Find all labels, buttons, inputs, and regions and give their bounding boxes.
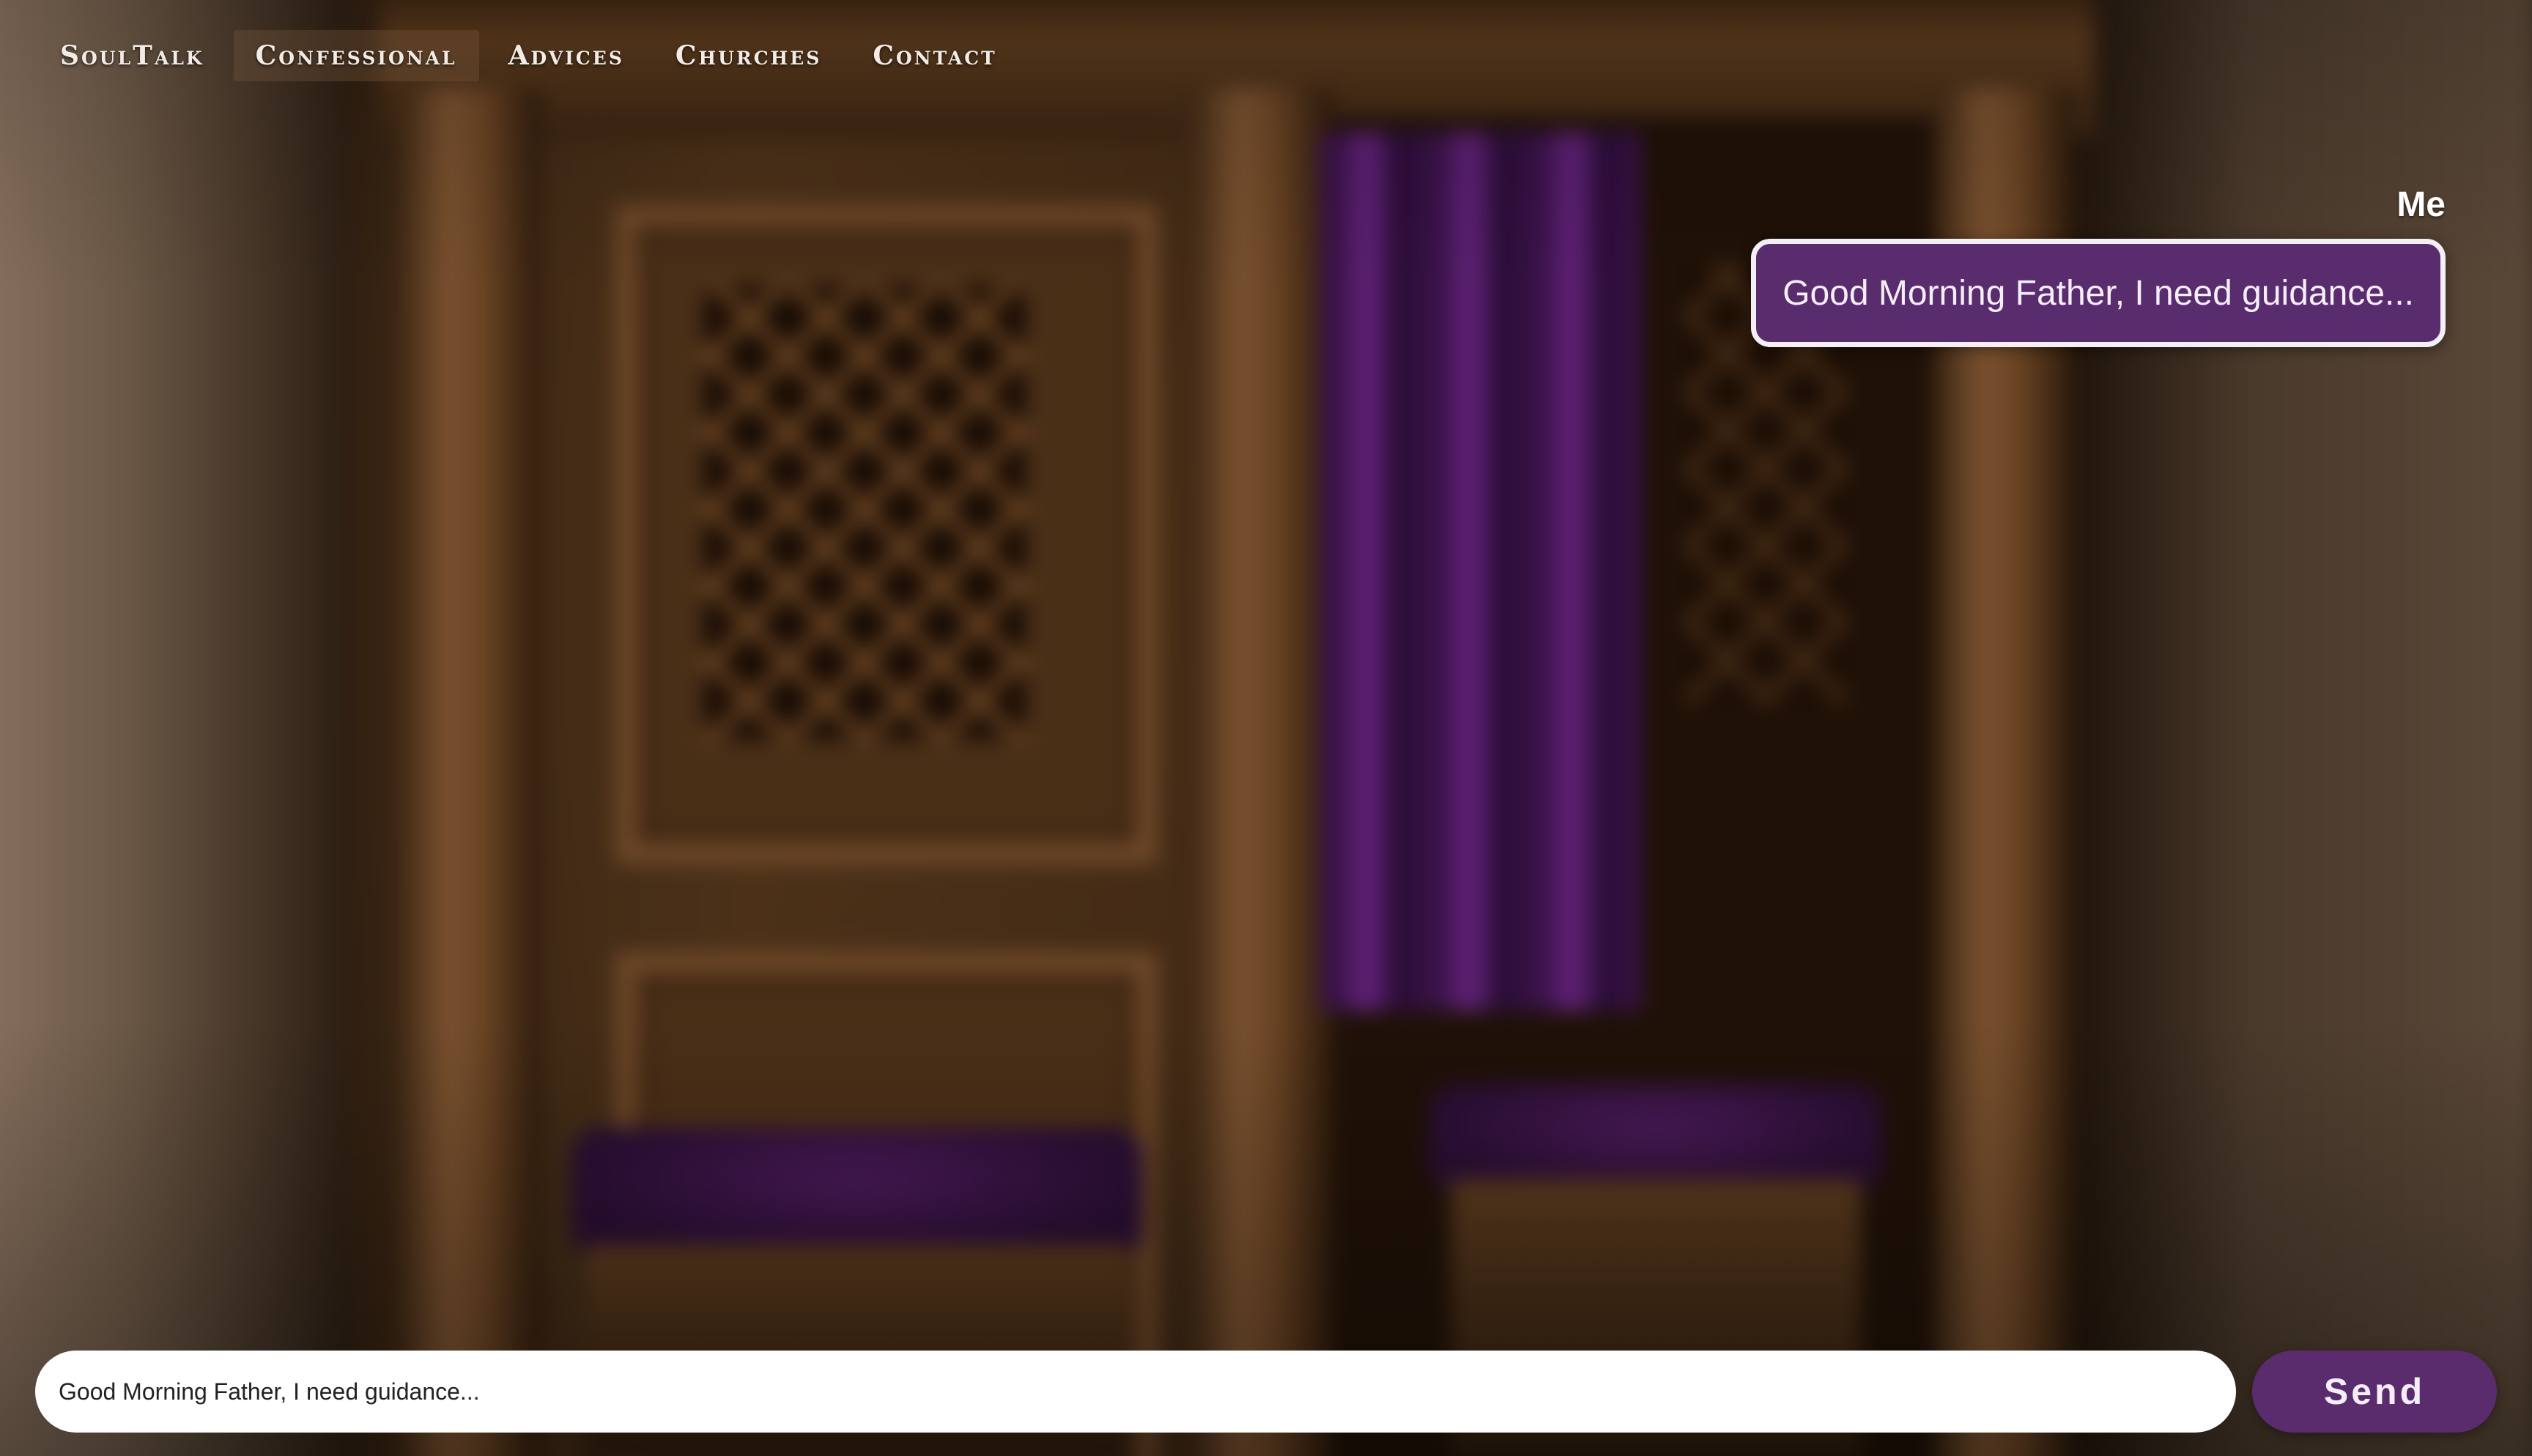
nav-item-advices[interactable]: Advices [486, 30, 646, 81]
message-input[interactable] [35, 1351, 2236, 1433]
nav-item-contact[interactable]: Contact [851, 30, 1018, 81]
chat-message-bubble: Good Morning Father, I need guidance... [1751, 239, 2446, 347]
main-nav: SoulTalk Confessional Advices Churches C… [40, 26, 1019, 85]
nav-item-confessional[interactable]: Confessional [233, 30, 479, 81]
nav-item-churches[interactable]: Churches [654, 30, 843, 81]
confessional-page: SoulTalk Confessional Advices Churches C… [0, 0, 2532, 1456]
message-composer: Send [35, 1351, 2497, 1433]
nav-brand-soultalk[interactable]: SoulTalk [40, 30, 226, 81]
send-button[interactable]: Send [2252, 1351, 2497, 1433]
message-sender-label: Me [2396, 185, 2446, 224]
